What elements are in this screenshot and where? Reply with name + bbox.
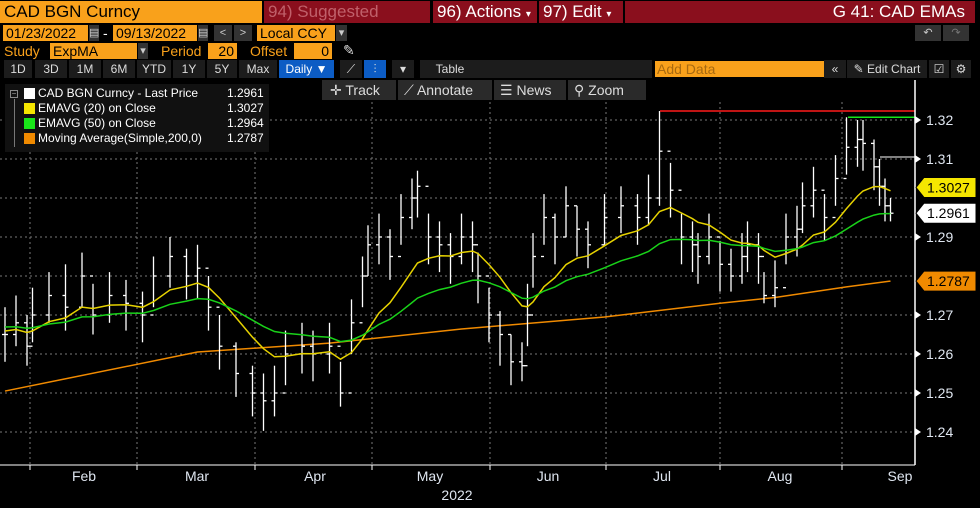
track-label: Track bbox=[345, 82, 380, 98]
legend-value: 1.2961 bbox=[227, 86, 264, 100]
pencil-icon: ⟋ bbox=[404, 82, 414, 98]
y-tick-label: 1.27 bbox=[926, 307, 953, 323]
legend-swatch-ema50 bbox=[24, 118, 35, 129]
last-value-tag-label: 1.2961 bbox=[927, 205, 970, 221]
x-tick-label: Mar bbox=[185, 468, 209, 484]
news-button[interactable]: ☰ News bbox=[494, 80, 566, 100]
ema20-line bbox=[4, 185, 891, 361]
y-tick-mark bbox=[915, 428, 921, 436]
y-tick-label: 1.24 bbox=[926, 424, 953, 440]
zoom-button[interactable]: ⚲ Zoom bbox=[568, 80, 646, 100]
legend-label: EMAVG (50) on Close bbox=[38, 116, 156, 130]
x-tick-label: Aug bbox=[768, 468, 793, 484]
ma200-path bbox=[4, 280, 891, 392]
price-chart[interactable]: 1.32 1.31 1.29 1.27 1.26 1.25 1.24 Feb Mar Apr Ma… bbox=[0, 0, 980, 508]
collapse-legend-icon[interactable]: − bbox=[10, 90, 18, 98]
news-label: News bbox=[516, 82, 552, 98]
grid bbox=[0, 102, 915, 465]
y-tick-mark bbox=[915, 350, 921, 358]
legend-value: 1.2787 bbox=[227, 131, 264, 145]
y-tick-label: 1.26 bbox=[926, 346, 953, 362]
zoom-label: Zoom bbox=[588, 82, 624, 98]
x-tick-label: Apr bbox=[304, 468, 326, 484]
y-tick-mark bbox=[915, 155, 921, 163]
last-value-tag-label: 1.2787 bbox=[927, 273, 970, 289]
y-tick-label: 1.25 bbox=[926, 385, 953, 401]
annotate-button[interactable]: ⟋ Annotate bbox=[398, 80, 492, 100]
track-button[interactable]: ✛ Track bbox=[322, 80, 396, 100]
y-tick-mark bbox=[915, 233, 921, 241]
legend-label: EMAVG (20) on Close bbox=[38, 101, 156, 115]
legend-label: CAD BGN Curncy - Last Price bbox=[38, 86, 199, 100]
x-axis-year: 2022 bbox=[441, 487, 472, 503]
y-tick-label: 1.31 bbox=[926, 151, 953, 167]
y-tick-label: 1.32 bbox=[926, 112, 953, 128]
x-tick-label: Sep bbox=[888, 468, 913, 484]
x-tick-label: Jul bbox=[653, 468, 671, 484]
y-tick-label: 1.29 bbox=[926, 229, 953, 245]
x-tick-label: Jun bbox=[537, 468, 560, 484]
legend-swatch-ema20 bbox=[24, 103, 35, 114]
legend-value: 1.2964 bbox=[227, 116, 264, 130]
legend: − CAD BGN Curncy - Last Price 1.2961 EMA… bbox=[5, 84, 269, 152]
legend-swatch-ma200 bbox=[24, 133, 35, 144]
y-tick-mark bbox=[915, 311, 921, 319]
crosshair-icon: ✛ bbox=[330, 82, 342, 98]
y-tick-mark bbox=[915, 116, 921, 124]
x-tick-label: Feb bbox=[72, 468, 96, 484]
y-tick-mark bbox=[915, 389, 921, 397]
ema50-line bbox=[4, 212, 891, 343]
search-icon: ⚲ bbox=[574, 82, 585, 98]
annotate-label: Annotate bbox=[416, 82, 473, 98]
news-icon: ☰ bbox=[500, 82, 513, 98]
last-value-tag-label: 1.3027 bbox=[927, 179, 970, 195]
ma200-line bbox=[4, 280, 891, 392]
x-tick-label: May bbox=[417, 468, 443, 484]
legend-value: 1.3027 bbox=[227, 101, 264, 115]
legend-swatch-price bbox=[24, 88, 35, 99]
legend-label: Moving Average(Simple,200,0) bbox=[38, 131, 202, 145]
